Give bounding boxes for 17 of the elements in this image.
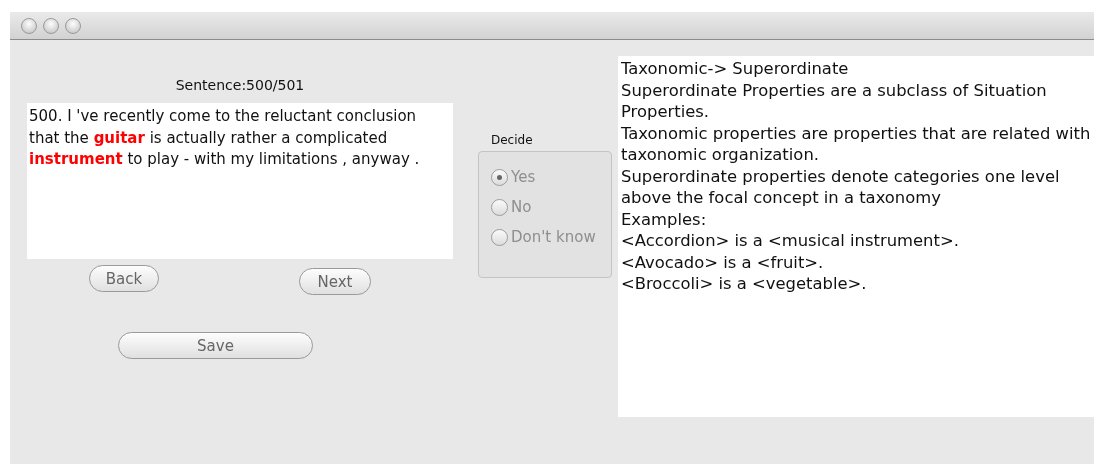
next-button[interactable]: Next [299,268,371,295]
window-control-icon[interactable] [21,17,37,34]
description-line: Examples: [621,208,708,230]
description-line: Taxonomic properties are properties that are related with taxonomic organization. [621,122,1092,166]
back-button[interactable]: Back [89,265,159,292]
sentence-text: 500. I 've recently come to the reluctant conclusion that the guitar is actually rather a complicated instrument to play - with my limitations , anyway . [27,103,453,259]
description-line: <Broccoli> is a <vegetable>. [621,273,868,295]
sentence-counter: Sentence:500/501 [174,77,306,93]
description-line: <Accordion> is a <musical instrument>. [621,230,960,252]
group-label: Decide [491,133,533,147]
description-line: <Avocado> is a <fruit>. [621,251,825,273]
description-line: Superordinate Properties are a subclass of Situation Properties. [621,79,1048,123]
save-button[interactable]: Save [118,332,313,359]
description-line: Taxonomic-> Superordinate [621,58,850,80]
window-control-icon[interactable] [43,17,59,34]
description-line: Superordinate properties denote categories one level above the focal concept in a taxonomy [621,165,1061,209]
window-control-icon[interactable] [65,17,81,34]
